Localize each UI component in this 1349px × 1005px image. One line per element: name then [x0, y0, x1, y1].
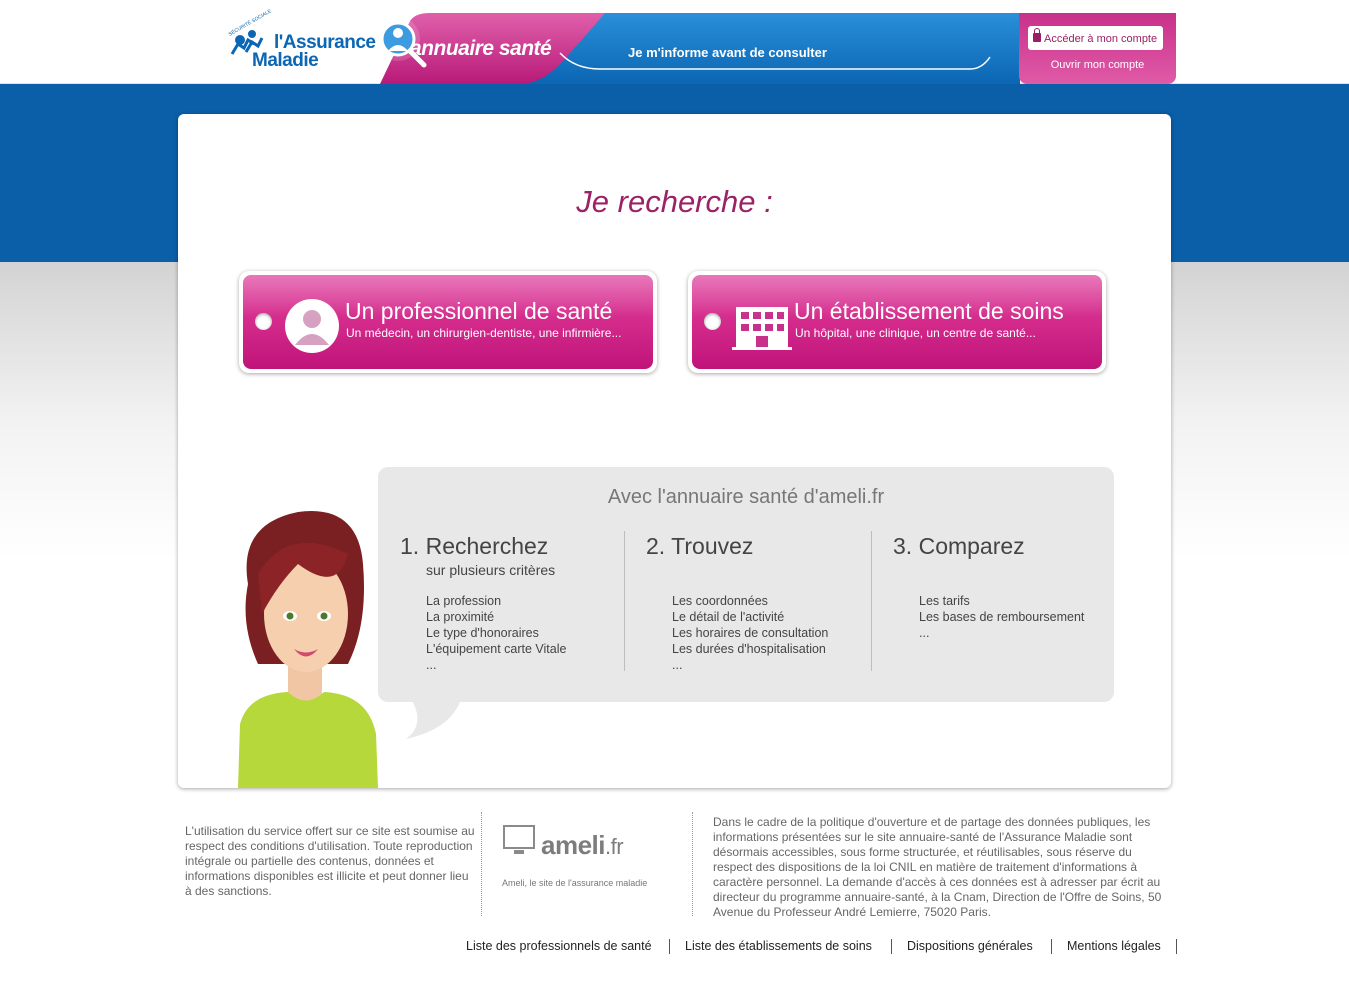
choice-professional-subtitle: Un médecin, un chirurgien-dentiste, une … [346, 326, 622, 340]
header: SÉCURITÉ SOCIALE l'Assurance Maladie ann… [0, 0, 1349, 84]
info-column-search: 1. Recherchez sur plusieurs critères La … [400, 533, 630, 673]
info-column-find: 2. Trouvez Les coordonnées Le détail de … [646, 533, 876, 673]
choice-establishment-subtitle: Un hôpital, une clinique, un centre de s… [795, 326, 1036, 340]
column-subheading [919, 562, 1123, 579]
account-panel: Accéder à mon compte Ouvrir mon compte [1019, 13, 1176, 84]
access-account-label: Accéder à mon compte [1044, 33, 1158, 45]
list-item: La proximité [426, 610, 495, 624]
footer-opendata-text: Dans le cadre de la politique d'ouvertur… [713, 815, 1162, 919]
info-box: Avec l'annuaire santé d'ameli.fr 1. Rech… [378, 467, 1114, 702]
radio-professional[interactable] [255, 313, 272, 330]
column-subheading [672, 562, 876, 579]
list-item: ... [426, 658, 437, 672]
footer-divider [481, 812, 482, 916]
doctor-magnifier-icon [376, 17, 427, 68]
list-item: Les horaires de consultation [672, 626, 829, 640]
column-heading: 2. Trouvez [646, 533, 754, 559]
list-item: ... [919, 626, 930, 640]
main-card: Je recherche : Un professionnel de santé… [178, 114, 1171, 788]
assurance-maladie-logo[interactable]: SÉCURITÉ SOCIALE l'Assurance Maladie [228, 8, 378, 74]
choice-establishment-button[interactable]: Un établissement de soins Un hôpital, un… [688, 271, 1106, 373]
woman-illustration [238, 511, 378, 788]
footer-links: Liste des professionnels de santé Liste … [0, 939, 1349, 957]
list-item: L'équipement carte Vitale [426, 642, 567, 656]
column-divider [871, 531, 872, 671]
footer: L'utilisation du service offert sur ce s… [178, 812, 1171, 922]
annuaire-sante-banner: annuaire santé Je m'informe avant de con… [370, 13, 1020, 84]
radio-establishment[interactable] [704, 313, 721, 330]
link-separator [1176, 939, 1177, 954]
column-list: Les tarifs Les bases de remboursement ..… [919, 593, 1123, 641]
ameli-logo: ameli.fr [541, 830, 624, 860]
link-separator [1051, 939, 1052, 954]
search-title: Je recherche : [576, 184, 773, 219]
column-subheading: sur plusieurs critères [426, 562, 556, 578]
choice-professional-button[interactable]: Un professionnel de santé Un médecin, un… [239, 271, 657, 373]
building-icon [732, 307, 792, 350]
banner-slogan: Je m'informe avant de consulter [628, 45, 827, 60]
list-item: ... [672, 658, 683, 672]
logo-line2: Maladie [252, 50, 319, 71]
footer-terms-text: L'utilisation du service offert sur ce s… [185, 824, 475, 898]
list-item: Le type d'honoraires [426, 626, 539, 640]
footer-divider [692, 812, 693, 916]
monitor-icon [503, 825, 535, 854]
list-item: La profession [426, 594, 502, 608]
lock-icon [1033, 28, 1041, 42]
column-list: La profession La proximité Le type d'hon… [426, 593, 630, 673]
column-heading: 1. Recherchez [400, 533, 549, 559]
list-item: Les durées d'hospitalisation [672, 642, 826, 656]
info-column-compare: 3. Comparez Les tarifs Les bases de remb… [893, 533, 1123, 641]
list-item: Les tarifs [919, 594, 970, 608]
link-separator [891, 939, 892, 954]
link-establishments-list[interactable]: Liste des établissements de soins [685, 939, 872, 953]
access-account-button[interactable]: Accéder à mon compte [1028, 26, 1163, 50]
ameli-tagline: Ameli, le site de l'assurance maladie [502, 878, 648, 888]
link-professionals-list[interactable]: Liste des professionnels de santé [466, 939, 652, 953]
list-item: Les bases de remboursement [919, 610, 1085, 624]
column-divider [624, 531, 625, 671]
info-title: Avec l'annuaire santé d'ameli.fr [607, 486, 885, 508]
link-separator [669, 939, 670, 954]
speech-bubble-tail [406, 699, 461, 739]
list-item: Le détail de l'activité [672, 610, 785, 624]
choice-professional-title: Un professionnel de santé [345, 298, 613, 324]
link-general-provisions[interactable]: Dispositions générales [907, 939, 1033, 953]
column-heading: 3. Comparez [893, 533, 1025, 559]
column-list: Les coordonnées Le détail de l'activité … [672, 593, 876, 673]
open-account-link[interactable]: Ouvrir mon compte [1019, 59, 1176, 71]
list-item: Les coordonnées [672, 594, 768, 608]
link-legal-notices[interactable]: Mentions légales [1067, 939, 1161, 953]
person-icon [285, 299, 339, 353]
choice-establishment-title: Un établissement de soins [794, 298, 1064, 324]
